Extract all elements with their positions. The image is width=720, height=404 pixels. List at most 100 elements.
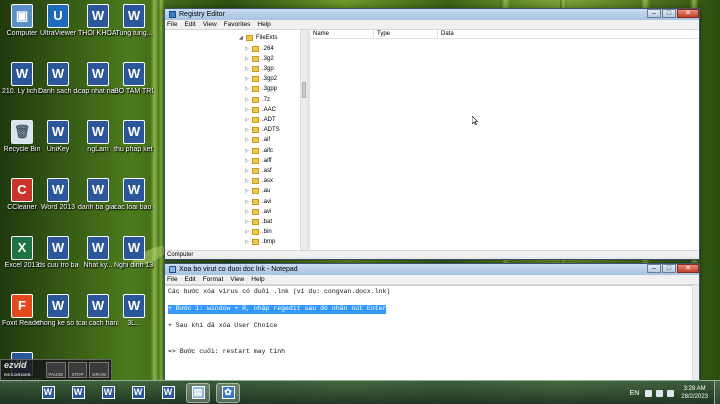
tree-item[interactable]: ▷ .avi	[245, 197, 271, 206]
tree-item[interactable]: ▷ .3gpp	[245, 85, 277, 94]
expand-arrow-icon[interactable]: ▷	[245, 168, 252, 174]
network-icon[interactable]	[656, 389, 664, 397]
expand-arrow-icon[interactable]: ▷	[245, 137, 252, 143]
expand-arrow-icon[interactable]: ▷	[245, 66, 252, 72]
tree-item[interactable]: ▷ .bmp	[245, 238, 275, 247]
tree-item[interactable]: ▷ .7z	[245, 95, 270, 104]
taskbar-word-button[interactable]: W	[126, 383, 150, 403]
collapse-arrow-icon[interactable]: ◢	[239, 35, 246, 41]
expand-arrow-icon[interactable]: ▷	[245, 86, 252, 92]
desktop-icon[interactable]: W Word 2013	[38, 178, 78, 212]
menu-view[interactable]: View	[203, 21, 217, 28]
taskbar-regedit-button[interactable]: ✿	[216, 382, 240, 403]
menu-favorites[interactable]: Favorites	[224, 21, 251, 28]
pause-button[interactable]: PAUSE	[46, 362, 66, 378]
desktop-icon[interactable]: W Nghi dinh 136/20...	[114, 236, 154, 270]
tree-item[interactable]: ▷ .aif	[245, 136, 270, 145]
close-button[interactable]: ✕	[677, 9, 699, 18]
tree-item[interactable]: ▷ .3gp2	[245, 75, 277, 84]
desktop-icon[interactable]: Wcap nhat nang cao...	[78, 62, 118, 96]
tree-item[interactable]: ▷ .AAC	[245, 105, 276, 114]
expand-arrow-icon[interactable]: ▷	[245, 178, 252, 184]
desktop-icon[interactable]: W Danh sach dang ky can...	[38, 62, 78, 96]
expand-arrow-icon[interactable]: ▷	[245, 97, 252, 103]
tree-item[interactable]: ▷ .3g2	[245, 54, 274, 63]
desktop-icon[interactable]: W 210. Ly lich bi can	[2, 62, 42, 96]
minimize-button[interactable]: –	[647, 264, 661, 273]
taskbar-word-button[interactable]: W	[66, 383, 90, 403]
tree-item[interactable]: ▷ .ADT	[245, 115, 276, 124]
column-type[interactable]: Type	[374, 30, 438, 38]
values-pane[interactable]: Name Type Data	[310, 30, 699, 250]
expand-arrow-icon[interactable]: ▷	[245, 229, 252, 235]
taskbar-word-button[interactable]: W	[156, 383, 180, 403]
clock[interactable]: 3:28 AM 28/2/2023	[681, 385, 708, 401]
expand-arrow-icon[interactable]: ▷	[245, 117, 252, 123]
desktop-icon[interactable]: W Tung tung...	[114, 4, 154, 38]
menu-help[interactable]: Help	[251, 276, 264, 283]
menu-edit[interactable]: Edit	[184, 276, 195, 283]
scroll-thumb[interactable]	[302, 82, 306, 98]
expand-arrow-icon[interactable]: ▷	[245, 158, 252, 164]
expand-arrow-icon[interactable]: ▷	[245, 209, 252, 215]
maximize-button[interactable]: □	[662, 9, 676, 18]
expand-arrow-icon[interactable]: ▷	[245, 239, 252, 245]
desktop-icon[interactable]: U UltraViewer	[38, 4, 78, 38]
expand-arrow-icon[interactable]: ▷	[245, 56, 252, 62]
menu-help[interactable]: Help	[257, 21, 270, 28]
volume-icon[interactable]	[667, 389, 675, 397]
title-bar[interactable]: Registry Editor – □ ✕	[165, 9, 699, 20]
tree-item[interactable]: ▷ .264	[245, 44, 274, 53]
show-desktop-button[interactable]	[714, 381, 720, 404]
maximize-button[interactable]: □	[662, 264, 676, 273]
tree-item[interactable]: ▷ .au	[245, 187, 270, 196]
column-data[interactable]: Data	[438, 30, 699, 38]
desktop-icon[interactable]: ▣ Computer	[2, 4, 42, 38]
tree-item-fileexts[interactable]: ◢ FileExts	[239, 33, 277, 42]
tree-item[interactable]: ▷ .bat	[245, 217, 272, 226]
desktop-icon[interactable]: W BO TAM TRU 6 THANG...	[114, 62, 154, 96]
notepad-text-area[interactable]: Các bước xóa virus có đuôi .lnk (ví dụ: …	[165, 285, 699, 380]
expand-arrow-icon[interactable]: ▷	[245, 46, 252, 52]
minimize-button[interactable]: –	[647, 9, 661, 18]
expand-arrow-icon[interactable]: ▷	[245, 76, 252, 82]
tree-item[interactable]: ▷ .asx	[245, 177, 273, 186]
desktop-icon[interactable]: Wds cuu tro bao cao 2...	[38, 236, 78, 270]
notepad-scrollbar[interactable]	[692, 285, 699, 380]
desktop-icon[interactable]: X Excel 2013	[2, 236, 42, 270]
menu-format[interactable]: Format	[203, 276, 224, 283]
tree-item[interactable]: ▷ .avi	[245, 207, 271, 216]
tree-item[interactable]: ▷ .asf	[245, 166, 272, 175]
stop-button[interactable]: STOP	[67, 362, 88, 378]
desktop-icon[interactable]: W THOI KHOA BIEU 1 BUO...	[78, 4, 118, 38]
title-bar[interactable]: Xoa bo virut co duoi doc lnk - Notepad –…	[165, 264, 699, 275]
desktop-icon[interactable]: W 3L...	[114, 294, 154, 328]
tree-item[interactable]: ▷ .ADTS	[245, 126, 280, 135]
expand-arrow-icon[interactable]: ▷	[245, 148, 252, 154]
desktop-icon[interactable]: Wcac loai bao cao...	[114, 178, 154, 212]
desktop-icon[interactable]: W Nhat ky...	[78, 236, 118, 270]
desktop-icon[interactable]: Wthong ke so tam tru...	[38, 294, 78, 328]
expand-arrow-icon[interactable]: ▷	[245, 199, 252, 205]
desktop-icon[interactable]: Wthu phap ket ghep...	[114, 120, 154, 154]
expand-arrow-icon[interactable]: ▷	[245, 107, 252, 113]
draw-button[interactable]: DRAW	[89, 362, 109, 378]
tree-item[interactable]: ▷ .aifc	[245, 146, 273, 155]
registry-tree[interactable]: ◢ FileExts ▷ .264 ▷ .3g2 ▷ .3gp ▷ .3gp2 ▷ .3gpp ▷.…	[165, 30, 310, 250]
column-name[interactable]: Name	[310, 30, 374, 38]
desktop-icon[interactable]: W UniKey	[38, 120, 78, 154]
tree-item[interactable]: ▷ .aiff	[245, 156, 272, 165]
language-indicator[interactable]: EN	[630, 390, 640, 397]
taskbar-word-button[interactable]: W	[36, 383, 60, 403]
taskbar-word-button[interactable]: W	[96, 383, 120, 403]
desktop-icon[interactable]: Wcai cach hanh chinh	[78, 294, 118, 328]
menu-file[interactable]: File	[167, 276, 177, 283]
desktop-icon[interactable]: C CCleaner	[2, 178, 42, 212]
desktop-icon[interactable]: F Foxit Reader	[2, 294, 42, 328]
tree-item[interactable]: ▷ .3gp	[245, 64, 274, 73]
flag-icon[interactable]	[645, 389, 653, 397]
menu-file[interactable]: File	[167, 21, 177, 28]
menu-edit[interactable]: Edit	[184, 21, 195, 28]
desktop-icon[interactable]: Wdanh ba giai trinh thanh...	[78, 178, 118, 212]
taskbar-notepad-button[interactable]: ▤	[186, 382, 210, 403]
